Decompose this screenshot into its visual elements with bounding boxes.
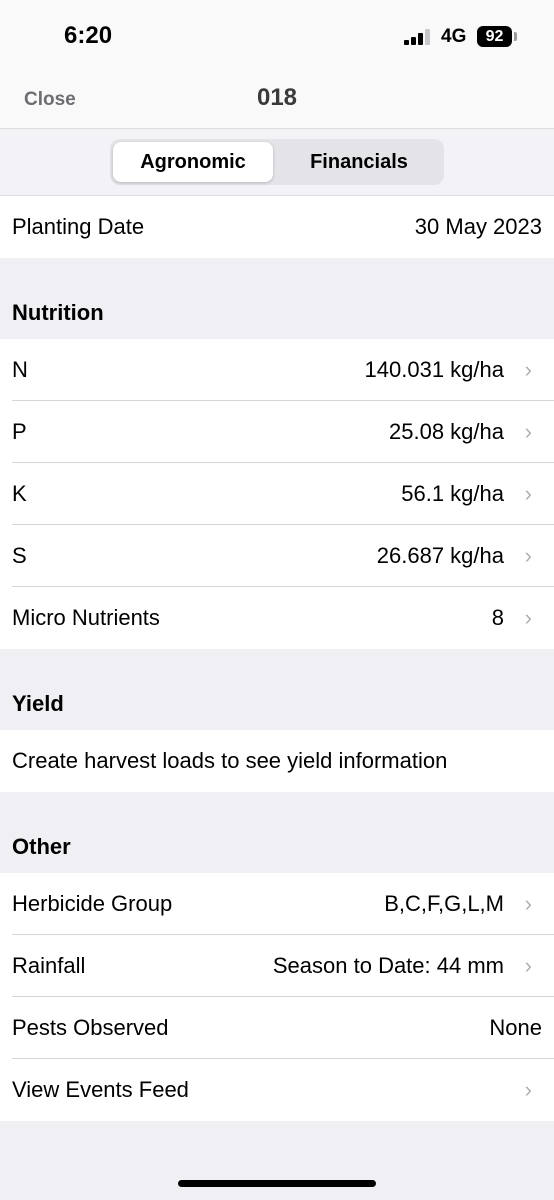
herbicide-value: B,C,F,G,L,M [384, 891, 504, 916]
chevron-right-icon: › [524, 1077, 532, 1102]
planting-date-value: 30 May 2023 [414, 214, 542, 239]
tab-financials[interactable]: Financials [277, 142, 441, 182]
planting-date-label: Planting Date [12, 214, 145, 239]
chevron-right-icon: › [524, 605, 532, 630]
pests-value: None [489, 1015, 542, 1040]
segmented-control: Agronomic Financials [110, 139, 444, 185]
nutrient-label: S [12, 543, 27, 568]
nutrient-label: Micro Nutrients [12, 605, 160, 630]
nutrient-label: K [12, 481, 27, 506]
nutrient-label: N [12, 357, 28, 382]
nutrition-header-label: Nutrition [12, 300, 104, 325]
yield-header: Yield [0, 668, 554, 730]
top-bar: 6:20 4G 92 Close 018 [0, 0, 554, 129]
nutrient-value: 26.687 kg/ha [376, 543, 504, 568]
planting-date-row: Planting Date 30 May 2023 [0, 196, 554, 258]
yield-message-row: Create harvest loads to see yield inform… [0, 730, 554, 792]
battery-icon: 92 [477, 26, 512, 47]
tab-agronomic[interactable]: Agronomic [113, 142, 273, 182]
chevron-right-icon: › [524, 953, 532, 978]
other-header-label: Other [12, 834, 71, 859]
chevron-right-icon: › [524, 419, 532, 444]
herbicide-row[interactable]: Herbicide Group B,C,F,G,L,M › [0, 873, 554, 935]
nutrient-row-p[interactable]: P 25.08 kg/ha › [0, 401, 554, 463]
pests-label: Pests Observed [12, 1015, 169, 1040]
status-time: 6:20 [64, 22, 113, 49]
other-header: Other [0, 811, 554, 873]
status-bar: 6:20 4G 92 [0, 0, 554, 74]
pests-row: Pests Observed None [0, 997, 554, 1059]
home-indicator[interactable] [178, 1180, 376, 1187]
rainfall-value: Season to Date: 44 mm [272, 953, 504, 978]
events-feed-label: View Events Feed [12, 1077, 189, 1102]
nutrient-value: 56.1 kg/ha [401, 481, 504, 506]
rainfall-label: Rainfall [12, 953, 86, 978]
segment-bar: Agronomic Financials [0, 129, 554, 196]
chevron-right-icon: › [524, 543, 532, 568]
nutrient-row-s[interactable]: S 26.687 kg/ha › [0, 525, 554, 587]
nutrient-value: 25.08 kg/ha [389, 419, 504, 444]
nutrient-row-k[interactable]: K 56.1 kg/ha › [0, 463, 554, 525]
nutrition-header: Nutrition [0, 277, 554, 339]
signal-icon [404, 29, 434, 45]
nutrient-row-micro[interactable]: Micro Nutrients 8 › [0, 587, 554, 649]
rainfall-row[interactable]: Rainfall Season to Date: 44 mm › [0, 935, 554, 997]
nutrient-row-n[interactable]: N 140.031 kg/ha › [0, 339, 554, 401]
yield-header-label: Yield [12, 691, 64, 716]
nutrient-label: P [12, 419, 27, 444]
network-label: 4G [441, 26, 467, 47]
battery-tip [514, 32, 517, 41]
herbicide-label: Herbicide Group [12, 891, 173, 916]
nutrient-value: 8 [491, 605, 504, 630]
yield-message: Create harvest loads to see yield inform… [12, 748, 448, 773]
events-feed-row[interactable]: View Events Feed › [0, 1059, 554, 1121]
chevron-right-icon: › [524, 357, 532, 382]
chevron-right-icon: › [524, 891, 532, 916]
page-title: 018 [256, 84, 298, 111]
chevron-right-icon: › [524, 481, 532, 506]
nutrient-value: 140.031 kg/ha [364, 357, 504, 382]
